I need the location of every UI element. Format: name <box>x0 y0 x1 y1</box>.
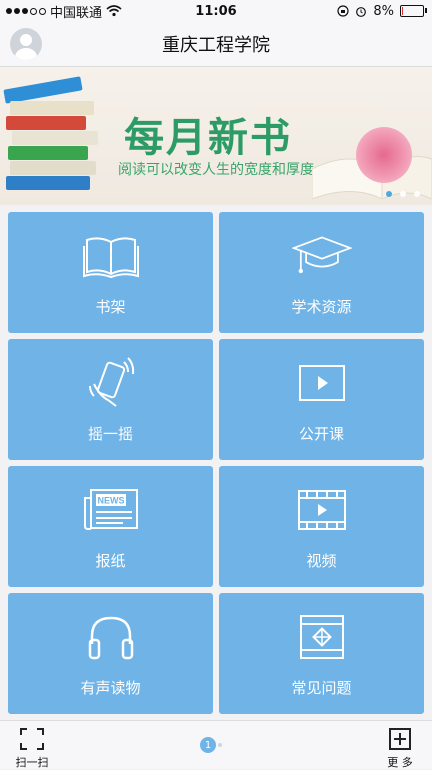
tile-label: 报纸 <box>95 552 126 570</box>
more-button[interactable]: 更 多 <box>378 727 422 770</box>
plus-icon <box>389 728 411 750</box>
tile-faq[interactable]: 常见问题 <box>219 593 424 714</box>
banner-subtitle: 阅读可以改变人生的宽度和厚度 <box>118 162 314 178</box>
tile-label: 书架 <box>95 298 126 316</box>
status-bar: 中国联通 11:06 8% <box>0 0 432 22</box>
tile-label: 常见问题 <box>291 679 352 697</box>
feature-grid: 书架 学术资源 摇一摇 公开课 NEWS 报纸 视频 有声读物 常见问题 <box>8 212 424 714</box>
tile-label: 视频 <box>306 552 337 570</box>
tile-audiobooks[interactable]: 有声读物 <box>8 593 213 714</box>
tile-video[interactable]: 视频 <box>219 466 424 587</box>
scan-button[interactable]: 扫一扫 <box>10 727 54 770</box>
scan-icon <box>20 728 44 750</box>
headphones-icon <box>81 609 141 665</box>
tile-open-course[interactable]: 公开课 <box>219 339 424 460</box>
nav-bar: 重庆工程学院 <box>0 22 432 67</box>
tile-bookshelf[interactable]: 书架 <box>8 212 213 333</box>
video-film-icon <box>292 482 352 538</box>
tile-shake[interactable]: 摇一摇 <box>8 339 213 460</box>
banner-title: 每月新书 <box>124 115 292 161</box>
book-icon <box>81 228 141 284</box>
tile-label: 公开课 <box>298 425 344 443</box>
page-indicator-dot <box>218 743 222 747</box>
tile-label: 有声读物 <box>80 679 141 697</box>
flower-image <box>356 127 412 183</box>
pager-dot <box>386 191 392 197</box>
faq-icon <box>292 609 352 665</box>
battery-icon <box>400 5 427 17</box>
carousel-pager <box>386 191 420 197</box>
pager-dot <box>400 191 406 197</box>
pager-dot <box>414 191 420 197</box>
shake-phone-icon <box>81 355 141 411</box>
avatar[interactable] <box>10 28 42 60</box>
bottom-toolbar: 扫一扫 1 更 多 <box>0 720 432 769</box>
graduation-cap-icon <box>291 228 352 284</box>
tile-label: 学术资源 <box>291 298 352 316</box>
page-title: 重庆工程学院 <box>162 35 270 56</box>
book-stack-image <box>3 76 104 199</box>
tile-newspaper[interactable]: NEWS 报纸 <box>8 466 213 587</box>
status-time: 11:06 <box>195 3 237 19</box>
play-screen-icon <box>292 355 352 411</box>
tile-academic-resources[interactable]: 学术资源 <box>219 212 424 333</box>
newspaper-icon: NEWS <box>81 482 141 538</box>
page-indicator: 1 <box>200 737 216 753</box>
tile-label: 摇一摇 <box>87 425 133 443</box>
newspaper-icon-text: NEWS <box>97 496 124 506</box>
banner-carousel[interactable]: 每月新书 阅读可以改变人生的宽度和厚度 <box>0 67 432 205</box>
